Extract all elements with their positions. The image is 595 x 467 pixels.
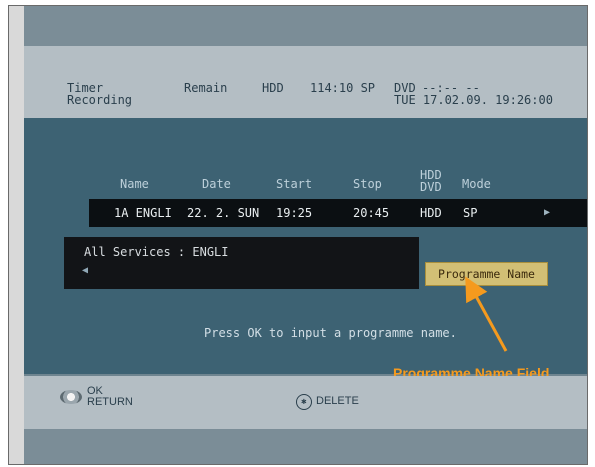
ok-button-icon[interactable] [60,390,82,404]
delete-label: DELETE [316,395,359,407]
return-label: RETURN [87,396,133,408]
screenshot-frame: Timer Recording Remain HDD 114:10 SP DVD… [8,5,588,465]
bottom-band [24,429,587,464]
delete-icon[interactable]: ✱ [296,394,312,410]
ok-return-labels: OK RETURN [87,386,133,408]
tv-screen: Timer Recording Remain HDD 114:10 SP DVD… [24,6,587,464]
